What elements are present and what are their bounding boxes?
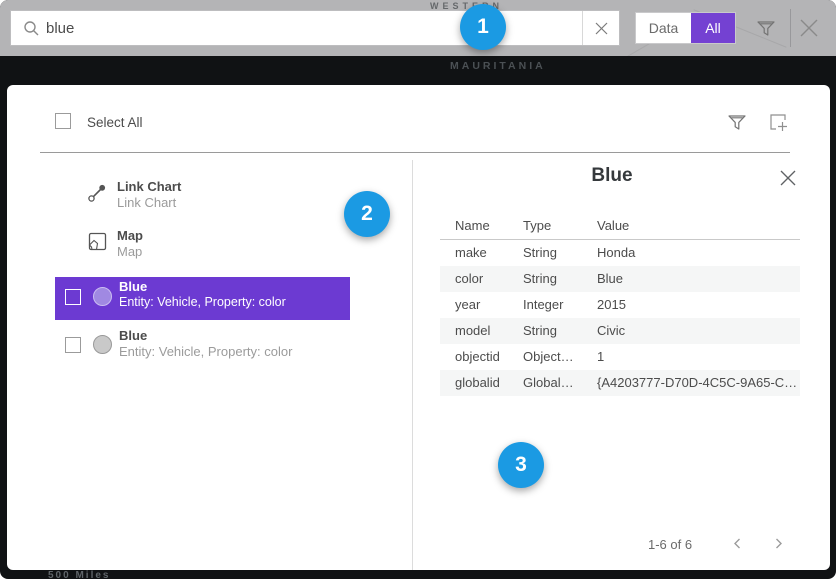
pagination-label: 1-6 of 6 [648,537,692,552]
add-to-selection-button[interactable] [767,111,790,134]
list-detail-divider [412,160,413,570]
cell-name: color [455,266,523,292]
pagination-next-button[interactable] [772,537,785,550]
search-box [10,10,620,46]
callout-badge-2: 2 [344,191,390,237]
scope-option-data[interactable]: Data [636,13,691,43]
cell-type: String [523,318,597,344]
cell-type: Object… [523,344,597,370]
column-header-name: Name [455,218,490,233]
results-filter-button[interactable] [726,111,748,133]
callout-badge-1: 1 [460,4,506,50]
scope-option-all[interactable]: All [691,13,735,43]
table-row: year Integer 2015 [440,292,800,318]
chevron-left-icon [731,537,744,550]
pagination-prev-button[interactable] [731,537,744,550]
cell-type: String [523,266,597,292]
x-icon [779,169,797,187]
table-row: objectid Object… 1 [440,344,800,370]
close-search-button[interactable] [797,16,821,40]
close-detail-button[interactable] [779,169,797,187]
result-item-title[interactable]: Link Chart [117,179,181,194]
search-toolbar: WESTERN Data All [0,0,836,56]
entity-circle-icon [93,335,112,354]
link-chart-icon [87,183,107,203]
map-scale-label: 500 Miles [48,570,110,579]
table-row: color String Blue [440,266,800,292]
cell-name: objectid [455,344,523,370]
search-results-window: MAURITANIA 500 Miles WESTERN Data All [0,0,836,579]
result-item-checkbox[interactable] [65,337,81,353]
cell-value: 1 [597,344,800,370]
toolbar-divider [790,9,791,47]
column-header-type: Type [523,218,551,233]
result-item-title[interactable]: Blue [119,279,147,294]
map-icon [88,232,107,251]
cell-value: 2015 [597,292,800,318]
cell-name: model [455,318,523,344]
cell-name: globalid [455,370,523,396]
entity-circle-icon [93,287,112,306]
x-icon [595,22,608,35]
cell-name: year [455,292,523,318]
search-scope-toggle: Data All [635,12,736,44]
cell-name: make [455,240,523,266]
detail-title: Blue [412,165,812,187]
chevron-right-icon [772,537,785,550]
select-all-checkbox[interactable] [55,113,71,129]
result-item-subtitle: Map [117,244,142,259]
results-panel: Select All Link Chart Link Chart Map Map… [7,85,830,570]
column-header-value: Value [597,218,629,233]
table-row: globalid Global… {A4203777-D70D-4C5C-9A6… [440,370,800,396]
table-row: make String Honda [440,240,800,266]
magnifier-icon [23,20,40,37]
funnel-icon [755,17,777,39]
cell-value: Civic [597,318,800,344]
result-item-title[interactable]: Blue [119,328,147,343]
result-item-subtitle: Entity: Vehicle, Property: color [119,344,292,359]
filter-button[interactable] [755,17,777,39]
header-divider [40,152,790,153]
select-all-label: Select All [87,115,143,130]
clear-search-button[interactable] [582,11,619,45]
cell-type: String [523,240,597,266]
result-item-title[interactable]: Map [117,228,143,243]
funnel-icon [726,111,748,133]
x-icon [797,16,821,40]
cell-value: {A4203777-D70D-4C5C-9A65-C… [597,370,800,396]
cell-value: Blue [597,266,800,292]
cell-type: Integer [523,292,597,318]
result-item-checkbox[interactable] [65,289,81,305]
cell-type: Global… [523,370,597,396]
map-label-mauritania: MAURITANIA [450,60,546,72]
attribute-table: make String Honda color String Blue year… [440,240,800,396]
table-row: model String Civic [440,318,800,344]
add-selection-icon [767,111,790,134]
result-item-subtitle: Entity: Vehicle, Property: color [119,295,286,309]
cell-value: Honda [597,240,800,266]
result-item-subtitle: Link Chart [117,195,176,210]
callout-badge-3: 3 [498,442,544,488]
